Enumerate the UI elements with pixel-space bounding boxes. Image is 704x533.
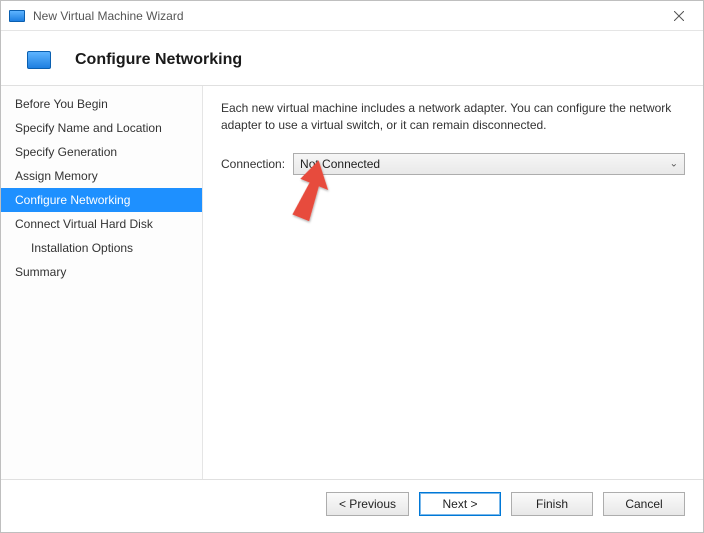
cancel-button[interactable]: Cancel (603, 492, 685, 516)
previous-button[interactable]: < Previous (326, 492, 409, 516)
connection-label: Connection: (221, 157, 285, 171)
step-specify-generation[interactable]: Specify Generation (1, 140, 202, 164)
wizard-body: Before You Begin Specify Name and Locati… (1, 86, 703, 479)
wizard-header: Configure Networking (1, 31, 703, 85)
wizard-window: New Virtual Machine Wizard Configure Net… (0, 0, 704, 533)
step-connect-virtual-hard-disk[interactable]: Connect Virtual Hard Disk (1, 212, 202, 236)
wizard-footer: < Previous Next > Finish Cancel (1, 479, 703, 532)
page-title: Configure Networking (75, 51, 242, 69)
step-summary[interactable]: Summary (1, 260, 202, 284)
step-configure-networking[interactable]: Configure Networking (1, 188, 202, 212)
step-before-you-begin[interactable]: Before You Begin (1, 92, 202, 116)
description-text: Each new virtual machine includes a netw… (221, 100, 685, 135)
step-installation-options[interactable]: Installation Options (1, 236, 202, 260)
finish-button[interactable]: Finish (511, 492, 593, 516)
titlebar: New Virtual Machine Wizard (1, 1, 703, 31)
chevron-down-icon: ⌄ (670, 158, 678, 169)
step-assign-memory[interactable]: Assign Memory (1, 164, 202, 188)
window-title: New Virtual Machine Wizard (33, 9, 656, 23)
connection-row: Connection: Not Connected ⌄ (221, 153, 685, 175)
close-icon (674, 11, 684, 21)
wizard-sidebar: Before You Begin Specify Name and Locati… (1, 86, 203, 479)
connection-select[interactable]: Not Connected ⌄ (293, 153, 685, 175)
wizard-icon (27, 51, 51, 69)
app-icon (9, 10, 25, 22)
connection-value: Not Connected (300, 157, 380, 171)
close-button[interactable] (656, 2, 701, 30)
wizard-content: Each new virtual machine includes a netw… (203, 86, 703, 479)
step-specify-name-location[interactable]: Specify Name and Location (1, 116, 202, 140)
next-button[interactable]: Next > (419, 492, 501, 516)
